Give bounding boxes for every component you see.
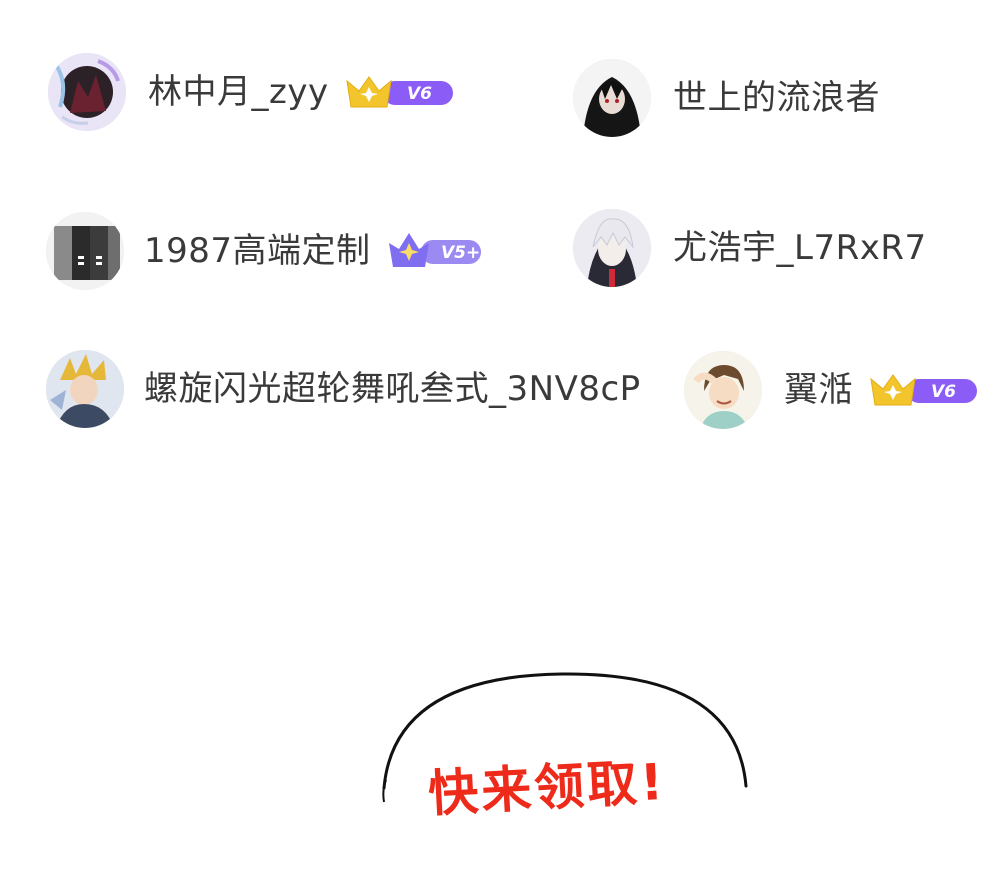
vip-badge: V6 — [869, 369, 979, 411]
vip-level-text: V6 — [931, 382, 956, 402]
claim-cta[interactable]: 快来领取! — [380, 668, 752, 878]
user-avatar[interactable] — [46, 212, 124, 290]
user-name: 1987高端定制 — [144, 231, 371, 271]
user-avatar[interactable] — [573, 59, 651, 137]
user-avatar[interactable] — [684, 351, 762, 429]
user-entry[interactable]: 翼湉 V6 — [684, 345, 979, 435]
vip-badge: V5+ — [387, 229, 483, 273]
user-avatar[interactable] — [48, 53, 126, 131]
user-avatar[interactable] — [573, 209, 651, 287]
vip-badge: V6 — [345, 71, 455, 113]
user-name: 翼湉 — [784, 370, 853, 410]
user-name: 世上的流浪者 — [673, 78, 880, 118]
vip-level-text: V6 — [407, 84, 432, 104]
user-entry[interactable]: 世上的流浪者 — [573, 53, 880, 143]
user-entry[interactable]: 1987高端定制 V5+ — [46, 206, 483, 296]
user-avatar[interactable] — [46, 350, 124, 428]
user-name: 林中月_zyy — [148, 72, 329, 112]
user-entry[interactable]: 螺旋闪光超轮舞吼叁式_3NV8cP — [46, 344, 641, 434]
user-name: 螺旋闪光超轮舞吼叁式_3NV8cP — [144, 369, 641, 409]
user-entry[interactable]: 林中月_zyy V6 — [48, 47, 455, 137]
user-entry[interactable]: 尤浩宇_L7RxR7 — [573, 203, 927, 293]
claim-text: 快来领取! — [426, 752, 668, 824]
vip-level-text: V5+ — [441, 243, 480, 263]
user-name: 尤浩宇_L7RxR7 — [673, 228, 927, 268]
